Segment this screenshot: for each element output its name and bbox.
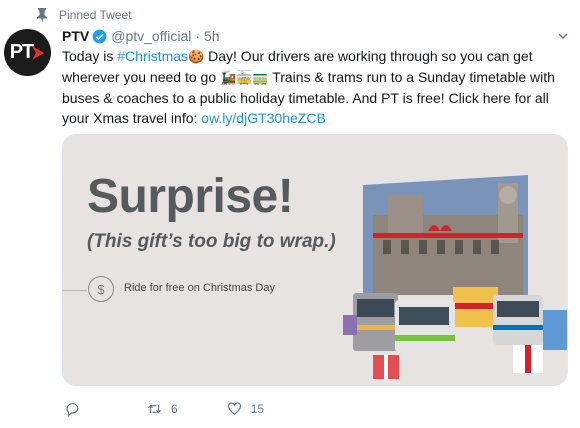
pin-icon — [37, 8, 47, 22]
media-subline: (This gift’s too big to wrap.) — [87, 231, 336, 252]
tweet-text: Today is #Christmas🍪 Day! Our drivers ar… — [62, 46, 572, 128]
avatar-logo-text: PT — [9, 41, 35, 63]
coin-symbol: $ — [97, 281, 105, 297]
media-free-text: Ride for free on Christmas Day — [124, 282, 275, 294]
christmas-vehicles-illustration — [343, 175, 567, 379]
reply-icon — [66, 403, 79, 417]
like-count: 15 — [250, 402, 265, 416]
retweet-count: 6 — [171, 402, 178, 416]
media-headline: Surprise! — [87, 170, 294, 223]
tweet-media-card[interactable]: Surprise! (This gift’s too big to wrap.)… — [62, 134, 568, 386]
chevron-down-icon[interactable] — [558, 31, 568, 41]
media-divider — [63, 290, 87, 291]
author-handle[interactable]: @ptv_official — [111, 28, 191, 44]
like-button[interactable]: 15 — [226, 401, 264, 417]
dollar-coin-icon: $ — [88, 276, 114, 302]
author-name[interactable]: PTV — [62, 28, 89, 44]
tweet-header: PTV @ptv_official · 5h — [62, 27, 220, 45]
reply-button[interactable] — [64, 401, 89, 417]
pinned-label: Pinned Tweet — [59, 8, 132, 22]
pinned-tweet-indicator: Pinned Tweet — [36, 6, 132, 24]
tweet-text-segment: Today is — [62, 48, 118, 64]
tweet-timestamp[interactable]: 5h — [204, 28, 220, 44]
arrow-logo-icon — [32, 45, 45, 60]
transport-emoji: 🚂🚋🚃 — [220, 70, 269, 85]
tweet-actions: 6 15 — [62, 400, 264, 418]
heart-icon — [227, 402, 241, 416]
retweet-button[interactable]: 6 — [146, 401, 178, 417]
hashtag-link[interactable]: #Christmas — [117, 48, 188, 64]
separator-dot: · — [195, 28, 201, 44]
avatar[interactable]: PT — [4, 29, 51, 76]
verified-badge-icon — [92, 29, 107, 43]
gingerbread-emoji: 🍪 — [188, 49, 205, 64]
travel-info-link[interactable]: ow.ly/djGT30heZCB — [201, 110, 326, 126]
retweet-icon — [148, 404, 161, 414]
